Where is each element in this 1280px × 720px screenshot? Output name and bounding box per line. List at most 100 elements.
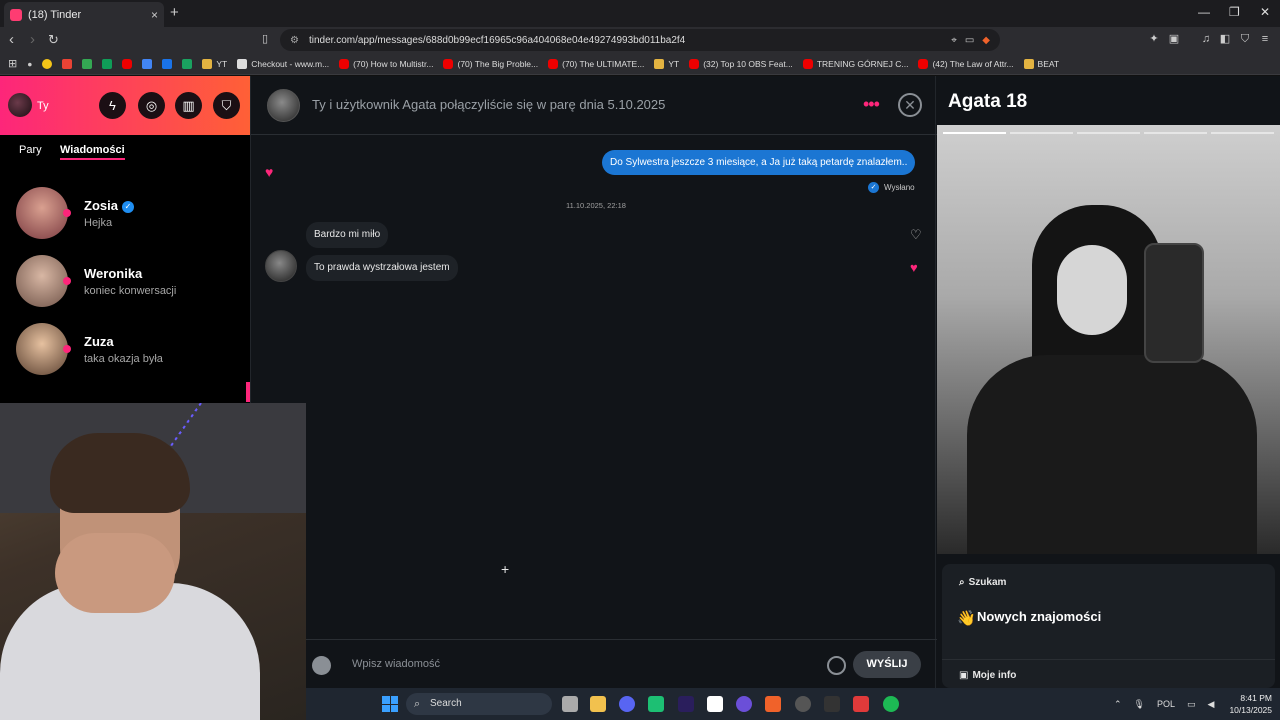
bookmark-4[interactable]: (70) The ULTIMATE... [548, 58, 644, 69]
emoji-icon[interactable] [827, 656, 846, 675]
restore-icon[interactable]: ❐ [1229, 5, 1240, 19]
work-icon[interactable]: ▥ [175, 92, 202, 119]
divider [942, 659, 1275, 660]
obs-icon[interactable] [795, 696, 811, 712]
new-tab-button[interactable]: + [170, 4, 179, 21]
more-options-icon[interactable]: ••• [863, 94, 880, 115]
bookmark-8[interactable]: (42) The Law of Attr... [918, 58, 1014, 69]
address-bar[interactable]: ⚙ tinder.com/app/messages/688d0b99ecf169… [280, 29, 1000, 51]
sender-avatar[interactable] [265, 250, 297, 282]
brave-icon[interactable] [765, 696, 781, 712]
task-view-icon[interactable] [562, 696, 578, 712]
menu-icon[interactable]: ≡ [1259, 33, 1271, 45]
microphone-icon[interactable]: 🎙 [1134, 699, 1145, 710]
taskbar-search[interactable]: ⌕ Search [406, 693, 552, 715]
sidebar-header: Ty ϟ ◎ ▥ ⛉ [0, 76, 250, 135]
match-avatar[interactable] [267, 89, 300, 122]
apple-icon[interactable]: ● [27, 59, 32, 69]
bookmark-0[interactable]: YT [202, 58, 227, 69]
sheets-icon[interactable] [102, 58, 113, 69]
reload-icon[interactable]: ↻ [48, 32, 59, 48]
incoming-message: Bardzo mi miło [306, 222, 389, 248]
app-icon-2[interactable] [736, 696, 752, 712]
bookmark-6[interactable]: (32) Top 10 OBS Feat... [689, 58, 793, 69]
cast-icon[interactable]: ▭ [965, 35, 974, 46]
app-icon[interactable] [648, 696, 664, 712]
network-icon[interactable]: ▭ [1187, 699, 1196, 710]
profile-name: Agata 18 [948, 91, 1028, 112]
chevron-up-icon[interactable]: ⌃ [1114, 699, 1122, 710]
extensions-icon[interactable]: ✦ [1148, 33, 1160, 45]
conversation-item[interactable]: Zuza taka okazja była [0, 315, 250, 381]
spotify-share-icon[interactable] [312, 656, 331, 675]
folder-icon [654, 58, 665, 69]
message-input[interactable] [352, 658, 772, 670]
gmail-icon[interactable] [62, 58, 73, 69]
tab-messages[interactable]: Wiadomości [60, 144, 125, 160]
site-settings-icon[interactable]: ⚙ [290, 35, 299, 46]
discord-icon[interactable] [619, 696, 635, 712]
profile-panel: Agata 18 ⌕ Szukam 👋 Nowych znajomości ▣ Moj… [937, 76, 1280, 688]
conversation-item[interactable]: Weronika koniec konwersacji [0, 247, 250, 313]
tab-matches[interactable]: Pary [19, 144, 42, 156]
close-chat-icon[interactable]: ✕ [898, 93, 922, 117]
heart-icon: ♥ [265, 164, 274, 180]
explore-icon[interactable]: ◎ [138, 92, 165, 119]
premiere-icon[interactable] [678, 696, 694, 712]
bookmarks-bar: ⊞ ● YT Checkout - www.m... (70) How to M… [0, 53, 1280, 75]
bookmark-shortcut-icon[interactable] [42, 58, 53, 69]
bookmark-5[interactable]: YT [654, 58, 679, 69]
send-button[interactable]: WYŚLIJ [853, 651, 921, 678]
app-icon-3[interactable] [853, 696, 869, 712]
bookmark-1[interactable]: Checkout - www.m... [237, 58, 329, 69]
conversation-preview: koniec konwersacji [84, 285, 177, 297]
minimize-icon[interactable]: — [1198, 5, 1210, 19]
boost-icon[interactable]: ϟ [99, 92, 126, 119]
vpn-icon[interactable]: ⛉ [1239, 33, 1251, 45]
avatar [16, 255, 68, 307]
language-indicator[interactable]: POL [1157, 699, 1175, 709]
window-close-icon[interactable]: ✕ [1260, 5, 1270, 19]
message-timestamp: 11.10.2025, 22:18 [566, 201, 626, 210]
youtube-shortcut-icon[interactable] [122, 58, 133, 69]
safety-shield-icon[interactable]: ⛉ [213, 92, 240, 119]
spotify-icon[interactable] [883, 696, 899, 712]
bookmark-icon[interactable]: ▯ [259, 33, 271, 45]
sidebar-icon[interactable]: ◧ [1219, 33, 1231, 45]
like-heart-filled-icon[interactable]: ♥ [910, 260, 918, 275]
bookmark-9[interactable]: BEAT [1023, 58, 1059, 69]
back-icon[interactable]: ‹ [9, 31, 14, 48]
bookmark-label: (32) Top 10 OBS Feat... [703, 58, 793, 69]
location-icon[interactable]: ⌖ [951, 35, 957, 46]
windows-start-icon[interactable] [382, 696, 398, 712]
browser-tab[interactable]: (18) Tinder × [4, 2, 164, 27]
drive-icon[interactable] [82, 58, 93, 69]
conversation-preview: taka okazja była [84, 353, 163, 365]
tab-close-icon[interactable]: × [151, 8, 158, 22]
youtube-icon [339, 58, 350, 69]
wallet-icon[interactable]: ▣ [1168, 33, 1180, 45]
like-heart-outline-icon[interactable]: ♡ [910, 227, 922, 243]
docs-icon[interactable] [142, 58, 153, 69]
unread-dot [63, 209, 71, 217]
brave-shield-icon[interactable]: ◆ [982, 35, 990, 46]
bookmark-7[interactable]: TRENING GÓRNEJ C... [802, 58, 908, 69]
profile-photo[interactable] [937, 125, 1280, 554]
conversation-item[interactable]: Zosia ✓ Hejka [0, 179, 250, 245]
sent-status: ✓ Wysłano [868, 182, 915, 193]
my-avatar[interactable] [8, 93, 32, 117]
apps-icon[interactable]: ⊞ [8, 57, 17, 70]
file-explorer-icon[interactable] [590, 696, 606, 712]
media-icon[interactable]: ♫ [1200, 33, 1212, 45]
calendar-icon[interactable] [162, 58, 173, 69]
webcam-overlay [0, 403, 306, 720]
my-profile-label[interactable]: Ty [37, 100, 49, 112]
clock[interactable]: 8:41 PM 10/13/2025 [1212, 692, 1272, 716]
youtube-icon [802, 58, 813, 69]
bookmark-2[interactable]: (70) How to Multistr... [339, 58, 433, 69]
terminal-icon[interactable] [824, 696, 840, 712]
forward-icon[interactable]: › [30, 31, 35, 48]
bookmark-3[interactable]: (70) The Big Proble... [443, 58, 538, 69]
capcut-icon[interactable] [707, 696, 723, 712]
d-app-icon[interactable] [182, 58, 193, 69]
